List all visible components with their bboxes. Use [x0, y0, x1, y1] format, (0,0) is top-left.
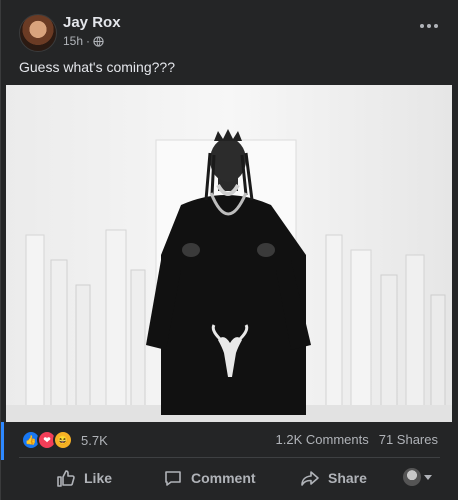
- post-header: Jay Rox 15h ·: [1, 0, 458, 55]
- more-options-icon[interactable]: [414, 16, 444, 36]
- like-button[interactable]: Like: [56, 464, 112, 492]
- left-accent-bar: [1, 422, 4, 460]
- post-card: Jay Rox 15h · Guess what's coming??? 👍 ❤…: [0, 0, 458, 500]
- share-label: Share: [328, 470, 367, 486]
- comment-icon: [165, 471, 181, 486]
- author-avatar[interactable]: [19, 14, 57, 52]
- like-label: Like: [84, 470, 113, 486]
- post-caption: Guess what's coming???: [19, 59, 175, 75]
- action-bar: Like Comment Share: [1, 460, 458, 496]
- post-meta: 15h ·: [63, 34, 104, 48]
- share-icon: [301, 471, 319, 486]
- share-button[interactable]: Share: [300, 464, 367, 492]
- profile-avatar: [403, 468, 421, 486]
- globe-icon: [93, 35, 104, 47]
- author-name[interactable]: Jay Rox: [63, 14, 121, 31]
- reaction-count[interactable]: 5.7K: [81, 433, 108, 448]
- divider: [19, 457, 440, 458]
- reactions-summary[interactable]: 👍 ❤ 😆 5.7K: [21, 430, 108, 450]
- meta-separator: ·: [86, 34, 91, 48]
- caret-down-icon: [424, 474, 432, 480]
- shares-count[interactable]: 71 Shares: [379, 432, 438, 447]
- post-time[interactable]: 15h: [63, 34, 83, 48]
- react-as-selector[interactable]: [403, 468, 432, 486]
- comments-count[interactable]: 1.2K Comments: [276, 432, 369, 447]
- haha-reaction-icon: 😆: [53, 430, 73, 450]
- comment-button[interactable]: Comment: [163, 464, 256, 492]
- like-icon: [57, 470, 75, 487]
- comment-label: Comment: [191, 470, 256, 486]
- photo-image: [6, 85, 452, 422]
- post-photo[interactable]: [6, 85, 452, 422]
- post-stats: 1.2K Comments 71 Shares: [276, 432, 438, 447]
